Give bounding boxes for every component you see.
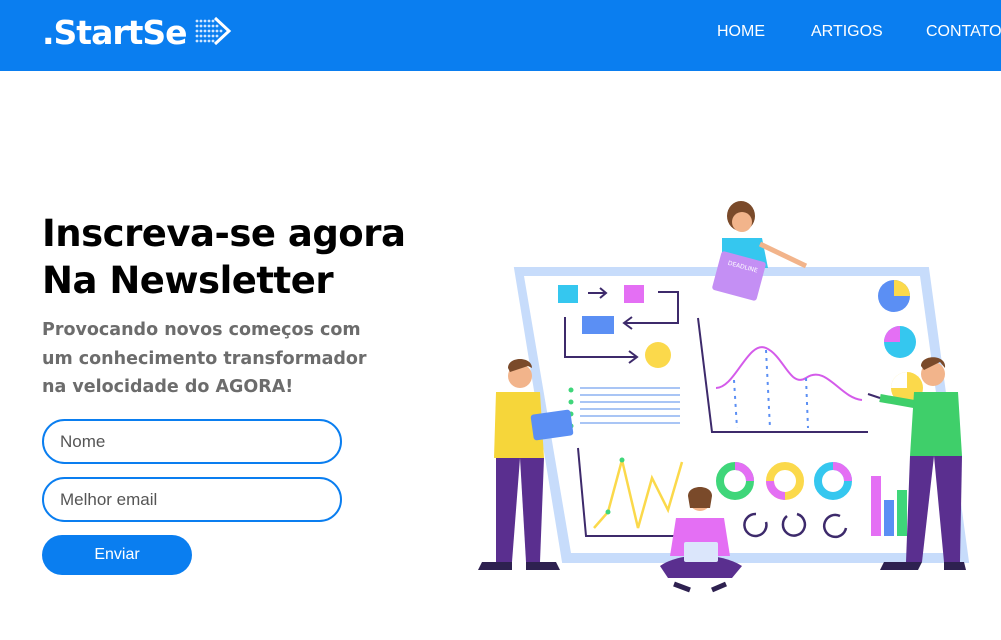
pink-square-icon [624,285,644,303]
page-title: Inscreva-se agora Na Newsletter [42,210,462,304]
cyan-square-icon [558,285,578,303]
top-bar: .StartSe HOME ARTIGOS CONTATO [0,0,1001,71]
nav-link-home[interactable]: HOME [717,22,765,42]
name-input[interactable] [42,419,342,464]
team-analytics-illustration: DEADLINE [478,201,970,593]
title-line-2: Na Newsletter [42,259,334,302]
yellow-dot-icon [645,342,671,368]
nav-link-artigos[interactable]: ARTIGOS [811,22,883,42]
submit-button[interactable]: Enviar [42,535,192,575]
hero-subtitle: Provocando novos começos com um conhecim… [42,320,367,397]
main-nav: HOME ARTIGOS CONTATO [0,22,1001,44]
blue-rect-icon [582,316,614,334]
title-line-1: Inscreva-se agora [42,212,406,255]
nav-link-contato[interactable]: CONTATO [926,22,1001,42]
email-input[interactable] [42,477,342,522]
